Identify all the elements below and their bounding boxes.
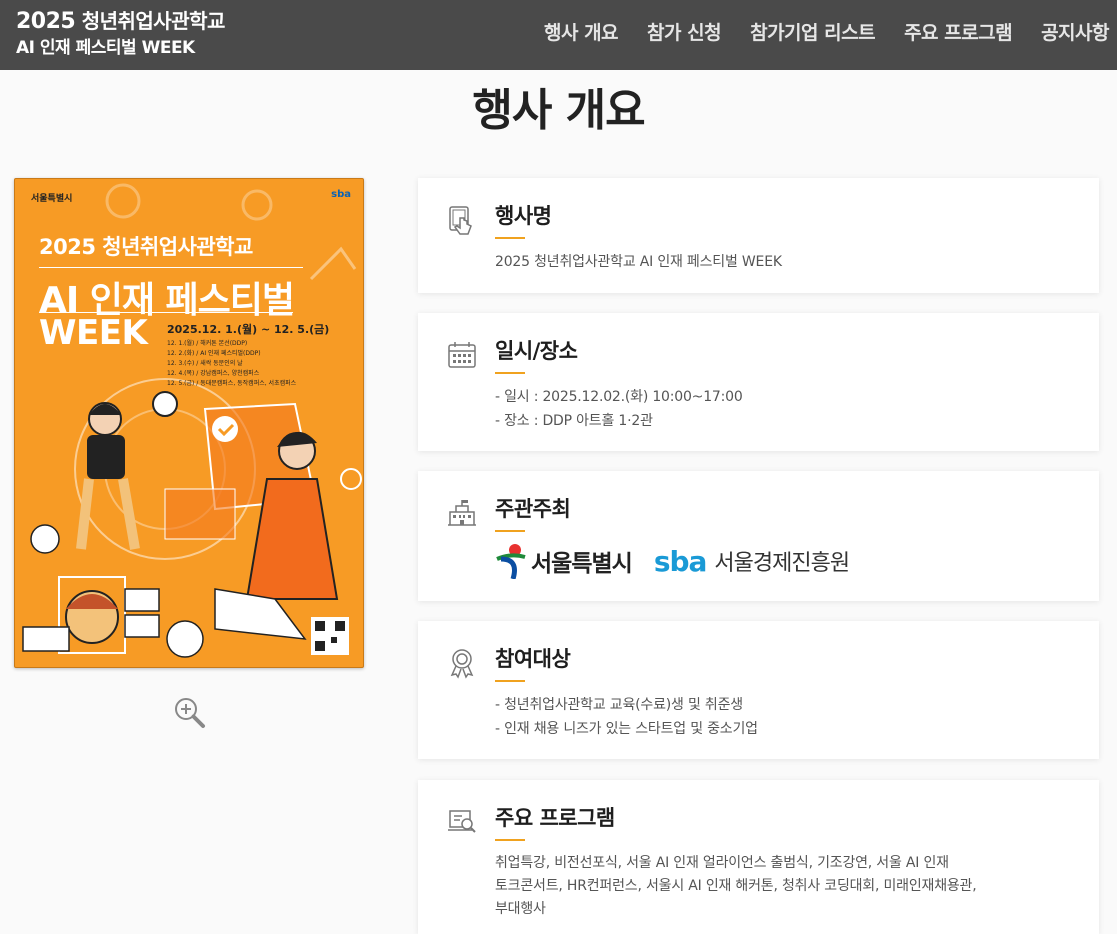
- card-line: - 일시 : 2025.12.02.(화) 10:00~17:00: [495, 389, 743, 405]
- card-line: 2025 청년취업사관학교 AI 인재 페스티벌 WEEK: [495, 254, 782, 270]
- building-icon: [448, 500, 476, 526]
- nav-apply[interactable]: 참가 신청: [647, 18, 722, 45]
- nav-programs[interactable]: 주요 프로그램: [904, 18, 1013, 45]
- card-title-underline: [495, 680, 525, 682]
- sba-mark: sba: [653, 544, 708, 578]
- poster-title1: 2025 청년취업사관학교: [39, 235, 253, 259]
- logo-line1: 청년취업사관학교: [75, 9, 226, 33]
- sba-name: 서울경제진흥원: [714, 551, 850, 576]
- logo-line2: AI 인재 페스티벌 WEEK: [16, 38, 195, 58]
- card-line: - 인재 채용 니즈가 있는 스타트업 및 중소기업: [495, 721, 758, 737]
- nav-companies[interactable]: 참가기업 리스트: [750, 18, 875, 45]
- poster-schedule: 12. 1.(월) / 해커톤 본선(DDP) 12. 2.(화) / AI 인…: [167, 339, 296, 389]
- nav-notice[interactable]: 공지사항: [1041, 18, 1109, 45]
- card-body: 취업특강, 비전선포식, 서울 AI 인재 얼라이언스 출범식, 기조강연, 서…: [495, 852, 1075, 921]
- card-title: 참여대상: [495, 647, 571, 671]
- main-nav: 행사 개요 참가 신청 참가기업 리스트 주요 프로그램 공지사항: [515, 0, 1117, 62]
- poster-title3: WEEK: [39, 313, 148, 353]
- info-card-date-place: 일시/장소 - 일시 : 2025.12.02.(화) 10:00~17:00 …: [418, 313, 1099, 451]
- info-card-programs: 주요 프로그램 취업특강, 비전선포식, 서울 AI 인재 얼라이언스 출범식,…: [418, 780, 1099, 934]
- card-line: - 장소 : DDP 아트홀 1·2관: [495, 413, 653, 429]
- award-icon: [450, 649, 474, 679]
- card-title-underline: [495, 372, 525, 374]
- program-icon: [448, 810, 476, 833]
- poster-sba-text: sba: [331, 189, 351, 200]
- poster-rule: [39, 267, 303, 268]
- card-title: 주관주최: [495, 497, 571, 521]
- nav-overview[interactable]: 행사 개요: [544, 18, 619, 45]
- card-title-underline: [495, 237, 525, 239]
- card-body: - 청년취업사관학교 교육(수료)생 및 취준생 - 인재 채용 니즈가 있는 …: [495, 693, 758, 741]
- logo-year: 2025: [16, 9, 76, 34]
- calendar-icon: [448, 342, 476, 368]
- organizer-logos: 서울특별시 sba 서울경제진흥원: [495, 541, 850, 581]
- info-card-participants: 참여대상 - 청년취업사관학교 교육(수료)생 및 취준생 - 인재 채용 니즈…: [418, 621, 1099, 759]
- sba-logo: sba 서울경제진흥원: [653, 544, 850, 578]
- poster-date: 2025.12. 1.(월) ~ 12. 5.(금): [167, 323, 330, 336]
- info-card-organizers: 주관주최 서울특별시 sba 서울경제진흥원: [418, 471, 1099, 601]
- site-logo[interactable]: 2025 청년취업사관학교 AI 인재 페스티벌 WEEK: [16, 8, 225, 61]
- card-line: 토크콘서트, HR컨퍼런스, 서울시 AI 인재 해커톤, 청취사 코딩대회, …: [495, 878, 977, 894]
- seoul-city-logo: 서울특별시: [495, 543, 633, 579]
- card-title-underline: [495, 530, 525, 532]
- poster-schedule-item: 12. 1.(월) / 해커톤 본선(DDP): [167, 340, 248, 347]
- card-title: 일시/장소: [495, 339, 578, 363]
- card-line: 취업특강, 비전선포식, 서울 AI 인재 얼라이언스 출범식, 기조강연, 서…: [495, 855, 949, 871]
- poster-seoul-text: 서울특별시: [31, 194, 73, 204]
- info-card-event-name: 행사명 2025 청년취업사관학교 AI 인재 페스티벌 WEEK: [418, 178, 1099, 293]
- page-title: 행사 개요: [472, 85, 645, 136]
- poster-schedule-item: 12. 2.(화) / AI 인재 페스티벌(DDP): [167, 350, 261, 357]
- card-line: 부대행사: [495, 901, 546, 917]
- seoul-city-name: 서울특별시: [531, 551, 633, 577]
- site-header: 2025 청년취업사관학교 AI 인재 페스티벌 WEEK 행사 개요 참가 신…: [0, 0, 1117, 70]
- card-body: 2025 청년취업사관학교 AI 인재 페스티벌 WEEK: [495, 250, 782, 274]
- seoul-symbol-icon: [496, 544, 526, 579]
- poster-schedule-item: 12. 5.(금) / 동대문캠퍼스, 동작캠퍼스, 서초캠퍼스: [167, 380, 297, 387]
- card-title: 행사명: [495, 204, 552, 228]
- zoom-in-icon[interactable]: [173, 696, 207, 730]
- card-title-underline: [495, 839, 525, 841]
- card-title: 주요 프로그램: [495, 806, 615, 830]
- poster-schedule-item: 12. 3.(수) / 새싹 동문인의 날: [167, 360, 243, 367]
- poster-schedule-item: 12. 4.(목) / 강남캠퍼스, 양천캠퍼스: [167, 370, 260, 377]
- card-body: - 일시 : 2025.12.02.(화) 10:00~17:00 - 장소 :…: [495, 385, 743, 433]
- touch-screen-icon: [449, 206, 472, 235]
- card-line: - 청년취업사관학교 교육(수료)생 및 취준생: [495, 697, 743, 713]
- event-poster[interactable]: 서울특별시 sba 2025 청년취업사관학교 AI 인재 페스티벌 WEEK …: [14, 178, 364, 668]
